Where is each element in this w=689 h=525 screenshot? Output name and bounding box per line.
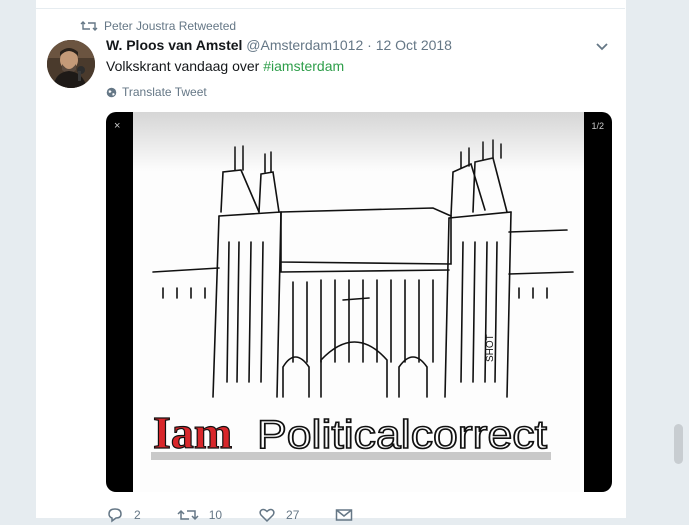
avatar[interactable] bbox=[47, 40, 95, 88]
reply-icon bbox=[108, 508, 122, 523]
retweet-count: 10 bbox=[208, 508, 223, 522]
media-counter: 1/2 bbox=[591, 121, 604, 131]
heart-icon bbox=[259, 508, 275, 523]
author-fullname[interactable]: W. Ploos van Amstel bbox=[106, 37, 242, 53]
tweet-actions: 2 10 27 bbox=[106, 505, 399, 525]
tweet-media[interactable]: × 1/2 SHOT Iam Politicalcorrect bbox=[106, 112, 612, 492]
like-action[interactable]: 27 bbox=[258, 507, 299, 523]
chevron-down-icon[interactable] bbox=[594, 40, 610, 54]
tweet-header: W. Ploos van Amstel @Amsterdam1012 · 12 … bbox=[106, 37, 452, 53]
media-shade bbox=[133, 112, 584, 172]
cartoon-signature: SHOT bbox=[485, 334, 496, 362]
retweet-context-label[interactable]: Peter Joustra Retweeted bbox=[104, 19, 236, 33]
cartoon-caption-outline: Politicalcorrect bbox=[257, 413, 547, 457]
like-count: 27 bbox=[286, 508, 300, 522]
reply-count: 2 bbox=[134, 508, 141, 522]
tweet-text: Volkskrant vandaag over #iamsterdam bbox=[106, 58, 344, 74]
header-separator: · bbox=[367, 37, 372, 53]
retweet-action[interactable]: 10 bbox=[177, 507, 222, 523]
stream-divider bbox=[35, 8, 625, 9]
avatar-photo bbox=[47, 40, 95, 88]
retweet-icon bbox=[80, 21, 98, 31]
hashtag-link[interactable]: #iamsterdam bbox=[263, 58, 344, 74]
retweet-context[interactable]: Peter Joustra Retweeted bbox=[80, 18, 236, 34]
tweet-timestamp[interactable]: 12 Oct 2018 bbox=[376, 37, 452, 53]
page-background bbox=[0, 0, 35, 518]
tweet-text-body: Volkskrant vandaag over bbox=[106, 58, 264, 74]
translate-label[interactable]: Translate Tweet bbox=[122, 85, 207, 99]
scrollbar-thumb[interactable] bbox=[674, 424, 683, 464]
globe-icon bbox=[106, 87, 117, 97]
envelope-icon bbox=[336, 509, 353, 521]
author-username[interactable]: @Amsterdam1012 bbox=[246, 37, 363, 53]
cartoon-caption-red: Iam bbox=[153, 407, 232, 458]
translate-tweet[interactable]: Translate Tweet bbox=[106, 85, 207, 99]
retweet-icon bbox=[177, 509, 199, 521]
dm-action[interactable] bbox=[335, 508, 363, 522]
close-icon[interactable]: × bbox=[114, 120, 120, 132]
reply-action[interactable]: 2 bbox=[106, 507, 141, 523]
